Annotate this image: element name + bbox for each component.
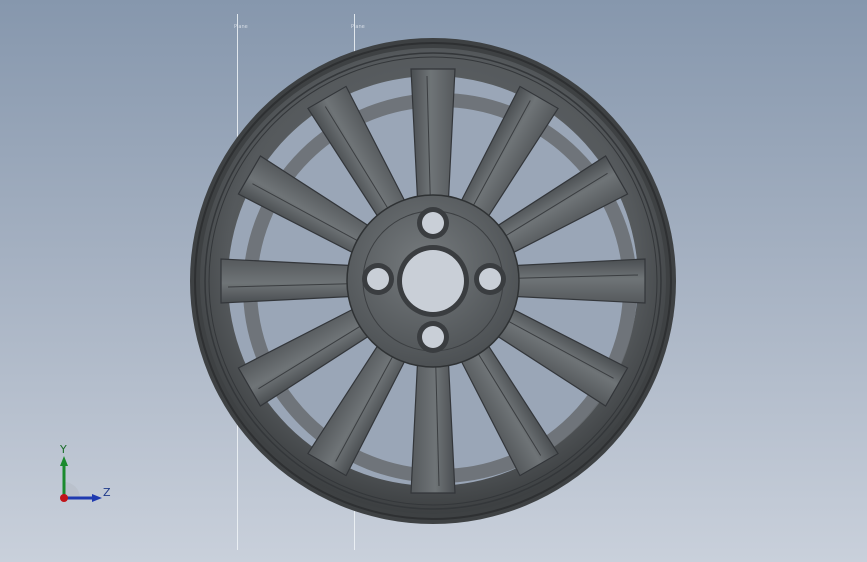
- reference-plane-label: Plane: [351, 24, 365, 30]
- triad-z-label: Z: [103, 486, 111, 499]
- reference-plane-label: Plane: [234, 24, 248, 30]
- triad-y-label: Y: [60, 443, 67, 456]
- graphics-viewport[interactable]: Plane Plane Y Z: [0, 0, 867, 562]
- wheel-model[interactable]: [188, 38, 678, 524]
